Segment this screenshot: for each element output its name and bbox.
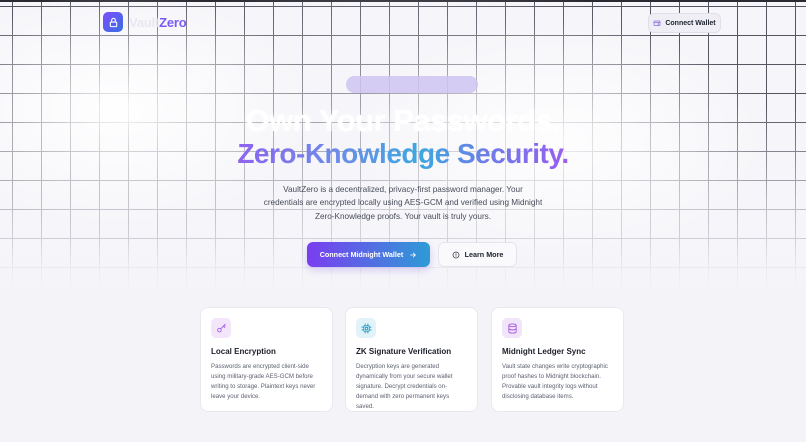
key-icon — [211, 318, 231, 338]
feature-card-midnight-ledger: Midnight Ledger Sync Vault state changes… — [491, 307, 624, 412]
learn-more-button[interactable]: Learn More — [438, 242, 517, 267]
top-border — [0, 0, 806, 2]
hero-badge — [346, 76, 478, 93]
chip-icon — [356, 318, 376, 338]
logo-text-suffix: Zero — [159, 14, 187, 30]
nav-connect-wallet-button[interactable]: Connect Wallet — [648, 13, 721, 33]
info-circle-icon — [452, 251, 460, 258]
hero-title-line2: Zero-Knowledge Security. — [0, 138, 806, 170]
connect-midnight-wallet-button[interactable]: Connect Midnight Wallet — [307, 242, 430, 267]
logo-text-prefix: Vault — [129, 14, 160, 30]
logo[interactable]: VaultZero — [103, 12, 187, 32]
database-icon — [502, 318, 522, 338]
hero-title-line1: Own Your Passwords. — [245, 103, 561, 138]
feature-title: Local Encryption — [211, 347, 276, 356]
logo-text: VaultZero — [129, 14, 187, 30]
feature-title: ZK Signature Verification — [356, 347, 452, 356]
feature-card-zk-signature: ZK Signature Verification Decryption key… — [345, 307, 478, 412]
feature-text: Decryption keys are generated dynamicall… — [356, 363, 453, 410]
wallet-icon — [653, 20, 661, 27]
hero-description: VaultZero is a decentralized, privacy-fi… — [263, 185, 543, 221]
nav-connect-wallet-label: Connect Wallet — [665, 19, 716, 27]
feature-text: Vault state changes write cryptographic … — [502, 363, 608, 400]
feature-text: Passwords are encrypted client-side usin… — [211, 363, 316, 400]
feature-title: Midnight Ledger Sync — [502, 347, 586, 356]
connect-midnight-wallet-label: Connect Midnight Wallet — [319, 250, 404, 259]
feature-card-local-encryption: Local Encryption Passwords are encrypted… — [200, 307, 333, 412]
learn-more-label: Learn More — [464, 250, 504, 259]
hero-title-line2-text: Zero-Knowledge Security. — [237, 138, 569, 169]
arrow-right-icon — [410, 252, 417, 257]
lock-icon — [103, 12, 123, 32]
